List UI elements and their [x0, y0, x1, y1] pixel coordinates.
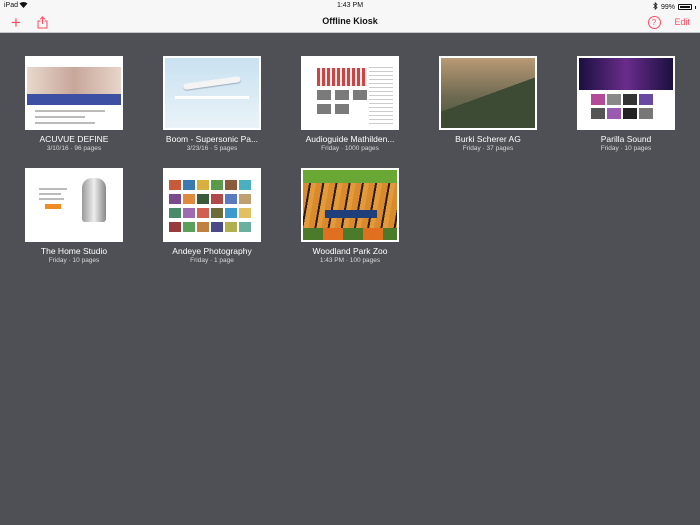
kiosk-thumbnail [163, 168, 261, 242]
help-icon: ? [647, 15, 661, 29]
navigation-bar: + Offline Kiosk ? Edit [0, 11, 700, 33]
top-bar: iPad 1:43 PM 99% + Offline Kiosk ? Edit [0, 0, 700, 33]
kiosk-meta: Friday · 1 page [190, 257, 234, 264]
battery-percent: 99% [660, 3, 675, 11]
kiosk-meta: Friday · 37 pages [462, 145, 514, 152]
kiosk-meta: Friday · 10 pages [48, 257, 100, 264]
kiosk-name: Woodland Park Zoo [312, 246, 388, 256]
edit-button[interactable]: Edit [674, 17, 690, 27]
kiosk-name: Boom - Supersonic Pa... [165, 134, 259, 144]
kiosk-name: The Home Studio [40, 246, 108, 256]
kiosk-thumbnail [25, 56, 123, 130]
kiosk-meta: Friday · 10 pages [600, 145, 652, 152]
kiosk-thumbnail [25, 168, 123, 242]
kiosk-meta: Friday · 1000 pages [321, 145, 379, 152]
kiosk-meta: 1:43 PM · 100 pages [319, 257, 381, 264]
help-button[interactable]: ? [645, 13, 663, 31]
page-title: Offline Kiosk [322, 16, 378, 26]
kiosk-thumbnail [301, 56, 399, 130]
kiosk-meta: 3/23/16 · 5 pages [186, 145, 238, 152]
kiosk-name: Burki Scherer AG [455, 134, 521, 144]
kiosk-thumbnail [577, 56, 675, 130]
kiosk-thumbnail [301, 168, 399, 242]
kiosk-name: Andeye Photography [172, 246, 252, 256]
kiosk-thumbnail [439, 56, 537, 130]
battery-icon [678, 4, 692, 10]
kiosk-thumbnail [163, 56, 261, 130]
kiosk-name: ACUVUE DEFINE [39, 134, 109, 144]
kiosk-name: Audioguide Mathilden... [305, 134, 395, 144]
kiosk-meta: 3/10/16 · 96 pages [46, 145, 102, 152]
kiosk-name: Parilla Sound [600, 134, 652, 144]
status-time: 1:43 PM [336, 2, 364, 9]
status-bar: iPad 1:43 PM 99% [0, 0, 700, 11]
